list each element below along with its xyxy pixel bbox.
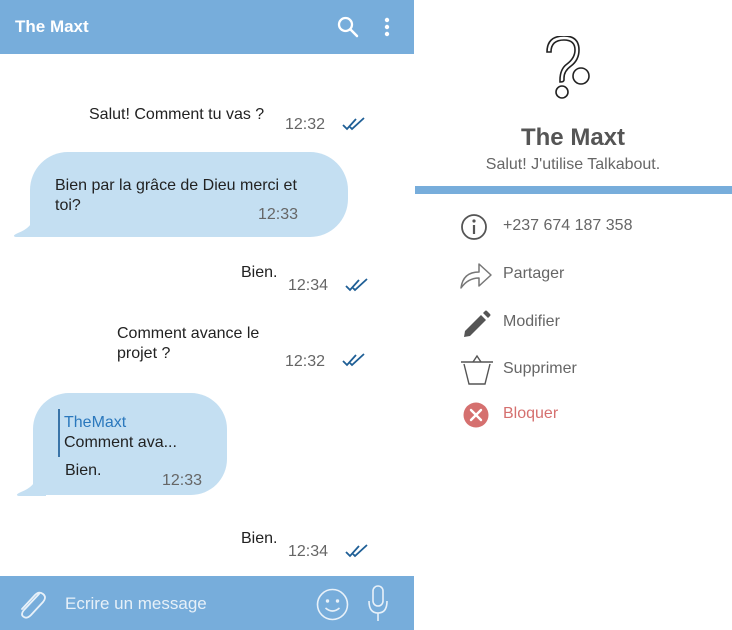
message-composer: Ecrire un message [0, 576, 414, 630]
unknown-avatar-icon [546, 36, 590, 99]
message-time: 12:33 [162, 472, 203, 489]
double-check-icon [342, 353, 365, 367]
delete-button[interactable]: Supprimer [459, 353, 719, 387]
info-icon [461, 214, 487, 240]
bubble-tail [13, 217, 43, 237]
block-label: Bloquer [503, 405, 559, 422]
chat-title: The Maxt [15, 17, 89, 36]
double-check-icon [345, 544, 368, 558]
share-button[interactable]: Partager [459, 258, 719, 292]
message-list: Salut! Comment tu vas ? 12:32 Bien par l… [0, 54, 414, 576]
search-icon[interactable] [337, 16, 359, 38]
chat-header: The Maxt [0, 0, 414, 54]
contact-status: Salut! J'utilise Talkabout. [485, 156, 661, 173]
paperclip-icon[interactable] [16, 588, 46, 620]
block-button[interactable]: Bloquer [459, 398, 719, 432]
share-icon [460, 263, 492, 289]
message-text: Comment avance le projet ? [117, 325, 260, 362]
trash-icon [461, 354, 493, 385]
message-text: Bien. [65, 462, 102, 479]
more-options-icon[interactable] [376, 16, 398, 38]
bubble-tail [16, 476, 46, 496]
message-text: Bien. [241, 264, 278, 281]
message-incoming[interactable]: TheMaxt Comment ava... Bien. 12:33 [16, 393, 227, 496]
message-incoming[interactable]: Bien par la grâce de Dieu merci et toi? … [13, 152, 348, 237]
reply-bar [58, 409, 60, 457]
message-time: 12:34 [288, 277, 329, 294]
reply-text: Comment ava... [64, 434, 177, 451]
message-text: Bien. [241, 530, 278, 547]
message-time: 12:33 [258, 206, 299, 223]
reply-author: TheMaxt [64, 414, 127, 431]
message-text: Salut! Comment tu vas ? [89, 106, 265, 123]
message-outgoing[interactable]: Bien. 12:34 [0, 254, 414, 304]
chat-panel: The Maxt Salut! Comment tu vas ? 12:32 B… [0, 0, 414, 630]
message-time: 12:34 [288, 543, 329, 560]
pencil-icon [464, 310, 491, 337]
phone-number-row[interactable]: +237 674 187 358 [459, 210, 719, 244]
message-outgoing[interactable]: Comment avance le projet ? 12:32 [0, 316, 414, 376]
message-time: 12:32 [285, 116, 326, 133]
edit-label: Modifier [503, 313, 560, 330]
microphone-icon[interactable] [367, 585, 389, 623]
double-check-icon [345, 278, 368, 292]
message-time: 12:32 [285, 353, 326, 370]
message-outgoing[interactable]: Bien. 12:34 [0, 524, 414, 574]
phone-number: +237 674 187 358 [503, 217, 633, 234]
double-check-icon [342, 117, 365, 131]
message-outgoing[interactable]: Salut! Comment tu vas ? 12:32 [0, 54, 414, 144]
contact-profile-panel: The Maxt Salut! J'utilise Talkabout. +23… [414, 0, 732, 630]
delete-label: Supprimer [503, 360, 577, 377]
share-label: Partager [503, 265, 565, 282]
edit-button[interactable]: Modifier [459, 306, 719, 340]
emoji-icon[interactable] [316, 588, 349, 621]
block-icon [463, 402, 489, 428]
message-input[interactable]: Ecrire un message [65, 594, 207, 614]
profile-divider [415, 186, 732, 194]
contact-name: The Maxt [520, 124, 625, 151]
reply-quote[interactable]: TheMaxt Comment ava... [58, 409, 218, 457]
